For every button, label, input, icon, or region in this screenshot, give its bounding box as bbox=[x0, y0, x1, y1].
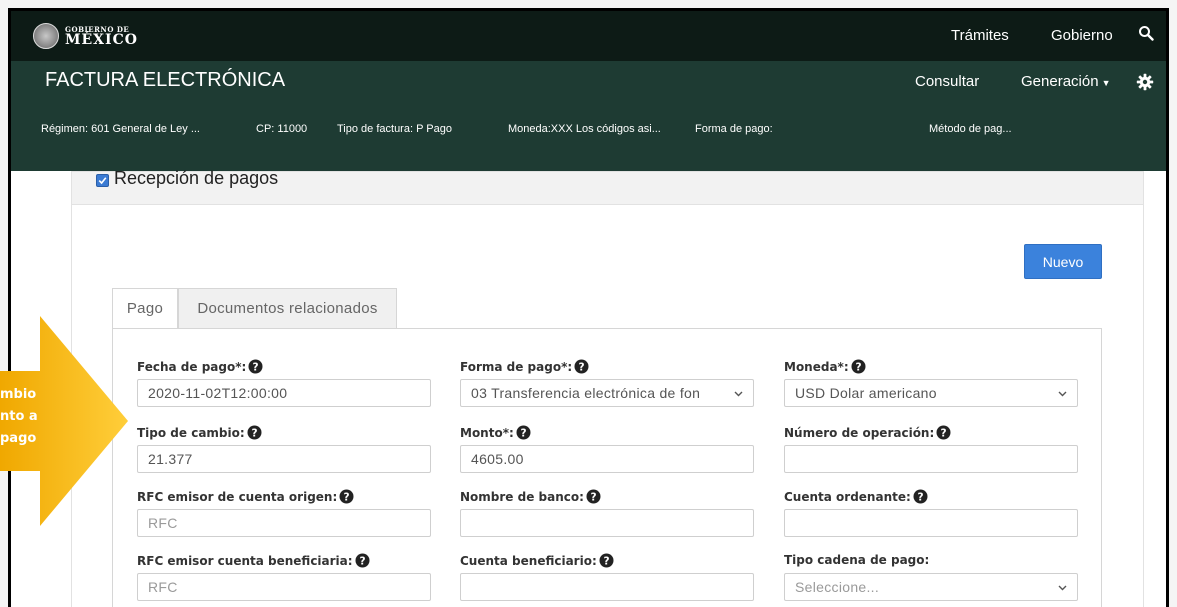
svg-text:?: ? bbox=[917, 491, 923, 503]
tab-documentos-relacionados[interactable]: Documentos relacionados bbox=[178, 288, 397, 329]
meta-tipo-factura: Tipo de factura: P Pago bbox=[337, 123, 452, 135]
monto-label: Monto*:? bbox=[460, 425, 531, 440]
recepcion-pagos-checkbox[interactable] bbox=[96, 174, 109, 187]
monto-input[interactable]: 4605.00 bbox=[460, 445, 754, 473]
help-icon[interactable]: ? bbox=[936, 425, 951, 440]
callout-line-1: mbio bbox=[0, 387, 37, 402]
panel-header: Recepción de pagos bbox=[72, 168, 1143, 205]
meta-moneda: Moneda:XXX Los códigos asi... bbox=[508, 123, 661, 135]
caret-down-icon: ▼ bbox=[1101, 78, 1111, 88]
meta-forma-pago: Forma de pago: bbox=[695, 123, 773, 135]
browser-frame: GOBIERNO DE MÉXICO Trámites Gobierno FAC… bbox=[8, 8, 1169, 607]
moneda-label: Moneda*:? bbox=[784, 359, 866, 374]
nombre-banco-label: Nombre de banco:? bbox=[460, 489, 601, 504]
gob-topbar: GOBIERNO DE MÉXICO Trámites Gobierno bbox=[11, 11, 1166, 61]
recepcion-pagos-panel: Recepción de pagos Nuevo Pago Documentos… bbox=[71, 168, 1144, 607]
cuenta-beneficiario-input[interactable] bbox=[460, 573, 754, 601]
svg-text:?: ? bbox=[359, 555, 365, 567]
svg-text:?: ? bbox=[590, 491, 596, 503]
nav-generacion-label: Generación bbox=[1021, 73, 1099, 90]
pago-tab-content: Fecha de pago*:? 2020-11-02T12:00:00 For… bbox=[112, 328, 1102, 607]
nav-tramites[interactable]: Trámites bbox=[951, 27, 1009, 44]
tipo-cadena-label: Tipo cadena de pago: bbox=[784, 553, 930, 567]
callout-arrow: mbio nto a pago bbox=[0, 316, 140, 546]
moneda-select[interactable]: USD Dolar americano bbox=[784, 379, 1078, 407]
callout-line-3: pago bbox=[0, 431, 37, 446]
callout-line-2: nto a bbox=[0, 409, 38, 424]
help-icon[interactable]: ? bbox=[355, 553, 370, 568]
fecha-pago-label: Fecha de pago*:? bbox=[137, 359, 263, 374]
tipo-cambio-input[interactable]: 21.377 bbox=[137, 445, 431, 473]
gob-mx-logo[interactable]: GOBIERNO DE MÉXICO bbox=[33, 23, 138, 49]
nombre-banco-input[interactable] bbox=[460, 509, 754, 537]
search-icon[interactable] bbox=[1138, 25, 1154, 41]
svg-text:?: ? bbox=[344, 491, 350, 503]
help-icon[interactable]: ? bbox=[248, 359, 263, 374]
svg-text:?: ? bbox=[941, 427, 947, 439]
panel-title: Recepción de pagos bbox=[114, 168, 279, 188]
svg-text:?: ? bbox=[520, 427, 526, 439]
svg-text:?: ? bbox=[855, 361, 861, 373]
chevron-down-icon bbox=[1058, 391, 1067, 397]
help-icon[interactable]: ? bbox=[516, 425, 531, 440]
cuenta-ordenante-label: Cuenta ordenante:? bbox=[784, 489, 928, 504]
svg-text:?: ? bbox=[253, 361, 259, 373]
forma-pago-label: Forma de pago*:? bbox=[460, 359, 589, 374]
numero-operacion-input[interactable] bbox=[784, 445, 1078, 473]
chevron-down-icon bbox=[734, 391, 743, 397]
gear-icon[interactable] bbox=[1136, 73, 1154, 91]
nav-consultar[interactable]: Consultar bbox=[915, 73, 979, 90]
logo-big-text: MÉXICO bbox=[65, 31, 138, 48]
app-header: FACTURA ELECTRÓNICA Consultar Generación… bbox=[11, 61, 1166, 171]
help-icon[interactable]: ? bbox=[913, 489, 928, 504]
svg-text:?: ? bbox=[579, 361, 585, 373]
help-icon[interactable]: ? bbox=[586, 489, 601, 504]
meta-cp: CP: 11000 bbox=[256, 123, 308, 135]
help-icon[interactable]: ? bbox=[851, 359, 866, 374]
tipo-cambio-label: Tipo de cambio:? bbox=[137, 425, 262, 440]
help-icon[interactable]: ? bbox=[574, 359, 589, 374]
help-icon[interactable]: ? bbox=[339, 489, 354, 504]
cuenta-beneficiario-label: Cuenta beneficiario:? bbox=[460, 553, 614, 568]
nuevo-button[interactable]: Nuevo bbox=[1024, 244, 1102, 279]
nav-gobierno[interactable]: Gobierno bbox=[1051, 27, 1113, 44]
svg-text:?: ? bbox=[603, 555, 609, 567]
svg-text:?: ? bbox=[251, 427, 257, 439]
meta-metodo-pago: Método de pag... bbox=[929, 123, 1012, 135]
help-icon[interactable]: ? bbox=[599, 553, 614, 568]
app-title[interactable]: FACTURA ELECTRÓNICA bbox=[45, 69, 285, 92]
rfc-origen-input[interactable]: RFC bbox=[137, 509, 431, 537]
help-icon[interactable]: ? bbox=[247, 425, 262, 440]
cuenta-ordenante-input[interactable] bbox=[784, 509, 1078, 537]
rfc-beneficiaria-input[interactable]: RFC bbox=[137, 573, 431, 601]
check-icon bbox=[98, 177, 107, 185]
nav-generacion-dropdown[interactable]: Generación ▼ bbox=[1021, 73, 1110, 90]
chevron-down-icon bbox=[1058, 585, 1067, 591]
tipo-cadena-select[interactable]: Seleccione... bbox=[784, 573, 1078, 601]
fecha-pago-input[interactable]: 2020-11-02T12:00:00 bbox=[137, 379, 431, 407]
rfc-beneficiaria-label: RFC emisor cuenta beneficiaria:? bbox=[137, 553, 370, 568]
numero-operacion-label: Número de operación:? bbox=[784, 425, 951, 440]
rfc-origen-label: RFC emisor de cuenta origen:? bbox=[137, 489, 354, 504]
meta-regimen: Régimen: 601 General de Ley ... bbox=[41, 123, 200, 135]
national-seal-icon bbox=[33, 23, 59, 49]
forma-pago-select[interactable]: 03 Transferencia electrónica de fon bbox=[460, 379, 754, 407]
